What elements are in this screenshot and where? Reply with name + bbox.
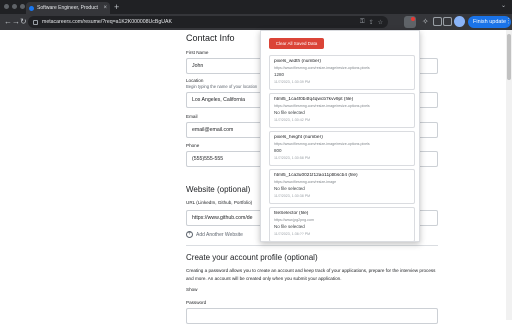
browser-tab[interactable]: Software Engineer, Product × [26,2,110,14]
scrollbar-thumb[interactable] [507,34,511,80]
reload-icon[interactable]: ↻ [20,17,27,27]
entry-url: https://www.filesmng.com/resize-image/re… [274,103,370,108]
account-heading: Create your account profile (optional) [186,253,318,262]
entry-url: https://www.jpg2png.com [274,217,314,222]
location-hint: Begin typing the name of your location [186,84,258,89]
entry-value: No file selected [274,186,305,191]
forward-icon[interactable]: → [12,17,20,27]
chrome-menu-icon[interactable]: ⋮ [505,17,512,25]
contact-info-heading: Contact Info [186,33,235,43]
tab-search-icon[interactable]: ⌄ [501,2,506,9]
saved-entry[interactable]: html5_1ca4f0b4fq4qwcb7kvv9pt (file) http… [269,93,415,128]
password-label: Password [186,300,207,305]
saved-entry[interactable]: fileSelector (file) https://www.jpg2png.… [269,207,415,242]
back-icon[interactable]: ← [4,17,12,27]
plus-icon: + [186,231,193,238]
window-controls[interactable] [4,4,25,9]
application-page: Contact Info First Name John Location Be… [0,30,512,324]
entry-time: 11/7/2023, 1:30:39 PM [274,79,311,84]
entry-name: pixels_height (number) [274,135,323,140]
entry-name: fileSelector (file) [274,211,309,216]
clear-saved-data-button[interactable]: Clear All Saved Data [269,38,324,49]
field-edge [420,210,438,226]
entry-value: No file selected [274,110,305,115]
share-icon[interactable]: ⇪ [369,19,374,26]
field-edge [420,151,438,167]
address-bar[interactable]: metacareers.com/resume/?req=a1K2K000008U… [28,16,388,28]
entry-url: https://www.filesmng.com/resize-image [274,179,337,184]
password-input[interactable] [186,308,438,324]
entry-value: 1280 [274,72,285,77]
entry-time: 11/7/2023, 1:36:?? PM [274,231,311,236]
entry-time: 11/7/2023, 1:30:38 PM [274,193,311,198]
first-name-label: First Name [186,50,209,55]
site-info-icon[interactable] [33,19,38,25]
saved-entry[interactable]: pixels_height (number) https://www.files… [269,131,415,166]
entry-url: https://www.filesmng.com/resize-image/re… [274,141,370,146]
profile-avatar[interactable] [454,16,465,27]
entry-name: html5_1ca4f0b4fq4qwcb7kvv9pt (file) [274,97,354,102]
email-label: Email [186,114,198,119]
tab-close-icon[interactable]: × [103,5,107,11]
account-description: Creating a password allows you to create… [186,268,436,281]
tab-title: Software Engineer, Product [37,5,98,11]
url-text[interactable]: metacareers.com/resume/?req=a1K2K000008U… [42,19,356,25]
saved-data-popup: Clear All Saved Data pixels_width (numbe… [260,30,420,242]
bookmark-star-icon[interactable]: ☆ [378,19,383,26]
field-edge [420,122,438,138]
entry-name: pixels_width (number) [274,59,321,64]
entry-time: 11/7/2023, 1:30:58 PM [274,155,311,160]
page-scrollbar[interactable] [506,30,512,320]
field-edge [420,92,438,108]
entry-name: html5_1ca3u0021f12ao11ptlbscb4 (file) [274,173,358,178]
saved-entry[interactable]: pixels_width (number) https://www.filesm… [269,55,415,90]
url-label: URL (LinkedIn, Github, Portfolio) [186,200,253,205]
entry-url: https://www.filesmng.com/resize-image/re… [274,65,370,70]
meta-favicon-icon [29,5,34,11]
add-website-label: Add Another Website [196,231,243,238]
divider [186,245,438,246]
entry-value: No file selected [274,224,305,229]
entry-value: 800 [274,148,282,153]
show-toggle[interactable]: Show [186,287,198,292]
browser-toolbar: ← → ↻ metacareers.com/resume/?req=a1K2K0… [0,14,512,30]
download-icon[interactable] [443,17,452,26]
saved-entry[interactable]: html5_1ca3u0021f12ao11ptlbscb4 (file) ht… [269,169,415,204]
phone-label: Phone [186,143,200,148]
sidebar-icon[interactable] [433,17,442,26]
add-website-button[interactable]: + Add Another Website [186,231,243,238]
website-heading: Website (optional) [186,185,251,194]
extension-badge [411,17,415,21]
entry-time: 11/7/2023, 1:30:42 PM [274,117,311,122]
tab-strip: Software Engineer, Product × + ⌄ [0,0,512,14]
field-edge [420,58,438,74]
extensions-puzzle-icon[interactable]: ✧ [422,17,429,26]
form-saver-extension-icon[interactable] [404,16,416,28]
key-icon[interactable]: ⚿ [360,19,365,26]
location-label: Location [186,78,204,83]
new-tab-button[interactable]: + [114,1,119,13]
